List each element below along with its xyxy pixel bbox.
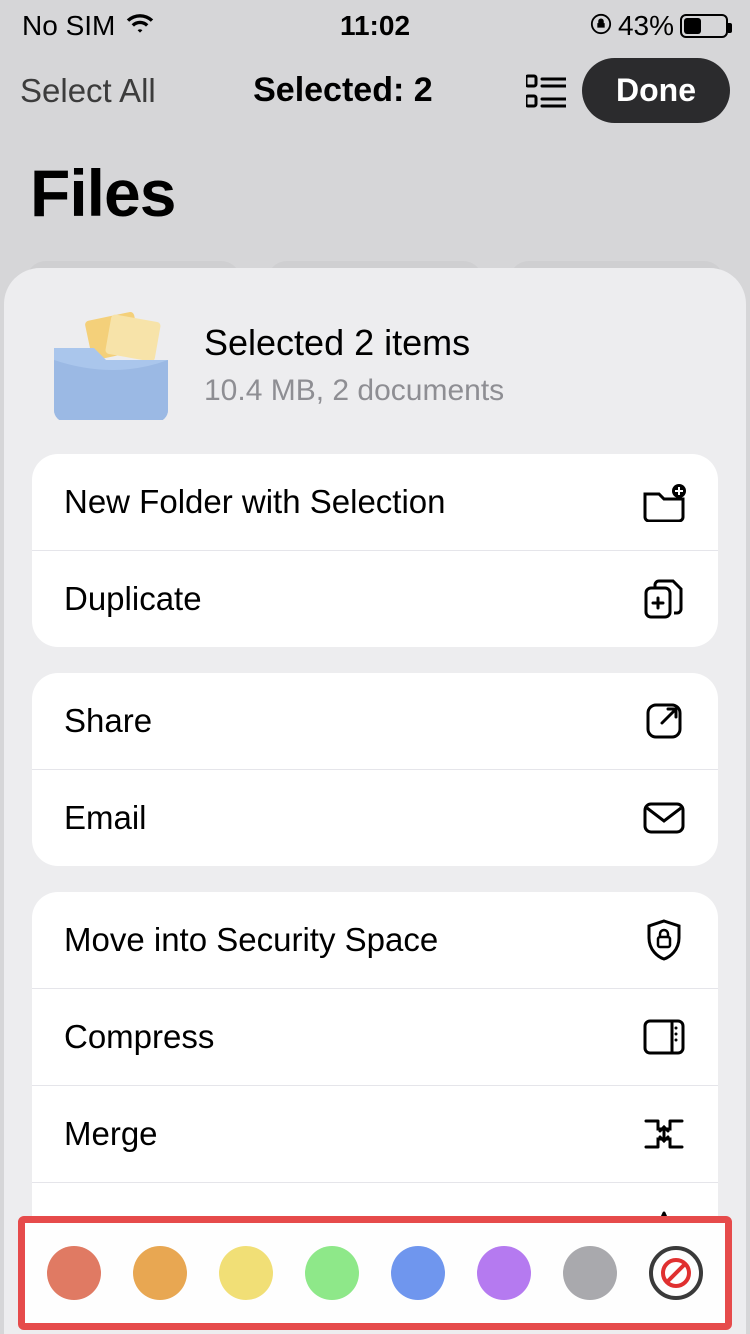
tag-orange[interactable] <box>133 1246 187 1300</box>
color-tag-bar <box>18 1216 732 1330</box>
action-label: Duplicate <box>64 580 202 618</box>
folder-plus-icon <box>642 480 686 524</box>
action-sheet: Selected 2 items 10.4 MB, 2 documents Ne… <box>4 268 746 1334</box>
selection-subtitle: 10.4 MB, 2 documents <box>204 374 504 408</box>
duplicate-button[interactable]: Duplicate <box>32 550 718 647</box>
action-group-2: Share Email <box>32 673 718 866</box>
page-title: Files <box>0 137 750 261</box>
done-button[interactable]: Done <box>582 58 730 123</box>
battery-pct: 43% <box>618 10 674 42</box>
orientation-lock-icon <box>590 10 612 42</box>
share-icon <box>642 699 686 743</box>
tag-red[interactable] <box>47 1246 101 1300</box>
action-group-1: New Folder with Selection Duplicate <box>32 454 718 647</box>
move-security-space-button[interactable]: Move into Security Space <box>32 892 718 988</box>
action-label: Compress <box>64 1018 214 1056</box>
tag-gray[interactable] <box>563 1246 617 1300</box>
tag-green[interactable] <box>305 1246 359 1300</box>
tag-purple[interactable] <box>477 1246 531 1300</box>
new-folder-with-selection-button[interactable]: New Folder with Selection <box>32 454 718 550</box>
nav-bar: Select All Selected: 2 Done <box>0 48 750 137</box>
selection-title: Selected 2 items <box>204 322 504 364</box>
merge-button[interactable]: Merge <box>32 1085 718 1182</box>
tag-yellow[interactable] <box>219 1246 273 1300</box>
mail-icon <box>642 796 686 840</box>
action-label: Merge <box>64 1115 158 1153</box>
merge-icon <box>642 1112 686 1156</box>
duplicate-icon <box>642 577 686 621</box>
wifi-icon <box>125 10 155 42</box>
action-label: Email <box>64 799 147 837</box>
folder-documents-icon <box>46 310 176 420</box>
selection-summary: Selected 2 items 10.4 MB, 2 documents <box>4 292 746 454</box>
tag-blue[interactable] <box>391 1246 445 1300</box>
selection-count: Selected: 2 <box>176 71 510 110</box>
action-label: Share <box>64 702 152 740</box>
clock: 11:02 <box>340 10 410 42</box>
no-entry-icon <box>659 1256 693 1290</box>
tag-clear-button[interactable] <box>649 1246 703 1300</box>
action-label: New Folder with Selection <box>64 483 446 521</box>
share-button[interactable]: Share <box>32 673 718 769</box>
email-button[interactable]: Email <box>32 769 718 866</box>
list-grid-icon <box>526 74 566 108</box>
status-bar: No SIM 11:02 43% <box>0 0 750 48</box>
archive-icon <box>642 1015 686 1059</box>
carrier-text: No SIM <box>22 10 115 42</box>
view-toggle-button[interactable] <box>524 71 568 111</box>
shield-lock-icon <box>642 918 686 962</box>
action-label: Move into Security Space <box>64 921 438 959</box>
battery-icon <box>680 14 728 38</box>
select-all-button[interactable]: Select All <box>20 72 156 110</box>
compress-button[interactable]: Compress <box>32 988 718 1085</box>
